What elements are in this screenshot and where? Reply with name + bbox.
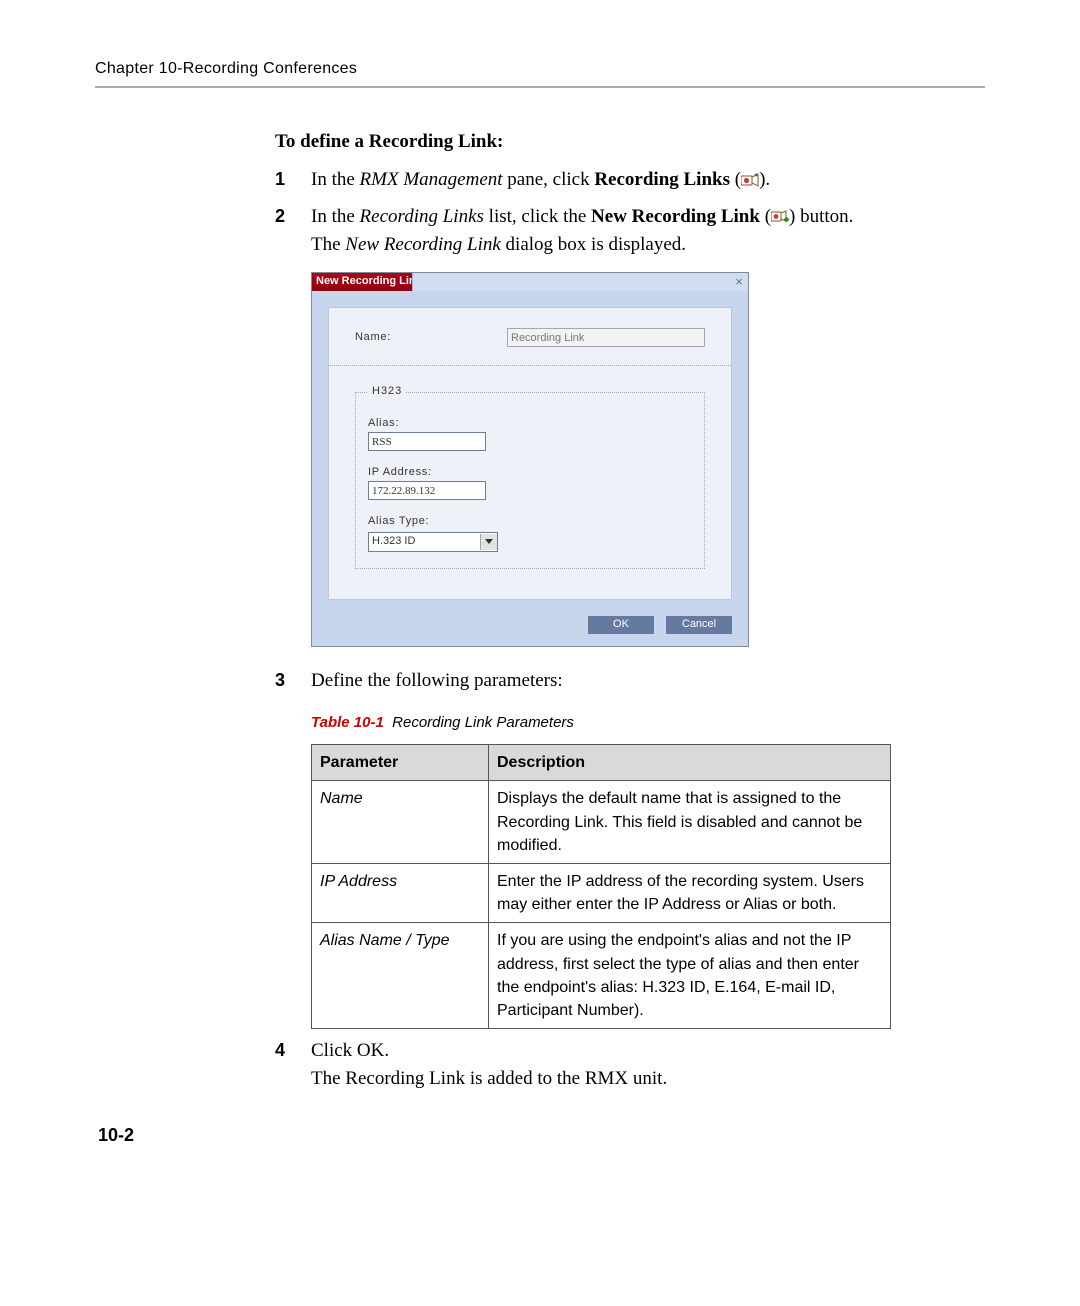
step-text: Recording Links (360, 206, 484, 227)
ip-address-input[interactable] (368, 481, 486, 500)
table-cell-param: Name (312, 781, 489, 864)
recording-links-icon (741, 173, 759, 187)
section-heading: To define a Recording Link: (275, 128, 985, 156)
step-text: New Recording Link (591, 206, 760, 227)
ok-button[interactable]: OK (588, 616, 654, 634)
table-cell-desc: If you are using the endpoint's alias an… (489, 923, 891, 1029)
alias-input[interactable] (368, 432, 486, 451)
step-text: RMX Management (360, 169, 503, 190)
step-text: The Recording Link is added to the RMX u… (311, 1068, 667, 1089)
step-text: ) button. (789, 206, 853, 227)
step-text: The (311, 234, 345, 255)
dialog-title: New Recording Link (316, 274, 422, 290)
new-recording-link-icon (771, 210, 789, 224)
step-text: ( (760, 206, 771, 227)
ip-label: IP Address: (368, 465, 692, 481)
step-number: 4 (275, 1037, 311, 1092)
table-header-parameter: Parameter (312, 745, 489, 781)
step-text: list, click the (484, 206, 591, 227)
step-text: dialog box is displayed. (501, 234, 686, 255)
parameters-table: Parameter Description Name Displays the … (311, 744, 891, 1029)
chevron-down-icon[interactable] (480, 534, 497, 550)
alias-label: Alias: (368, 416, 692, 432)
step-number: 1 (275, 166, 311, 194)
chapter-header: Chapter 10-Recording Conferences (95, 60, 985, 78)
step-text: ( (730, 169, 741, 190)
alias-type-label: Alias Type: (368, 514, 692, 530)
cancel-button[interactable]: Cancel (666, 616, 732, 634)
step-text: Define the following parameters: (311, 670, 563, 691)
step-number: 2 (275, 203, 311, 657)
group-legend: H323 (368, 384, 406, 400)
table-row: IP Address Enter the IP address of the r… (312, 863, 891, 922)
table-cell-param: Alias Name / Type (312, 923, 489, 1029)
name-field (507, 328, 705, 347)
h323-group: H323 Alias: IP Address: Alias Type: H.32… (355, 384, 705, 569)
close-icon[interactable]: × (732, 275, 746, 289)
table-row: Name Displays the default name that is a… (312, 781, 891, 864)
step-number: 3 (275, 667, 311, 1029)
table-cell-param: IP Address (312, 863, 489, 922)
step-text: pane, click (503, 169, 595, 190)
alias-type-select[interactable]: H.323 ID (368, 532, 498, 552)
table-row: Alias Name / Type If you are using the e… (312, 923, 891, 1029)
step-text: ). (759, 169, 770, 190)
step-text: In the (311, 169, 360, 190)
table-cell-desc: Enter the IP address of the recording sy… (489, 863, 891, 922)
table-caption: Table 10-1 Recording Link Parameters (311, 712, 985, 734)
header-rule (95, 86, 985, 88)
table-cell-desc: Displays the default name that is assign… (489, 781, 891, 864)
step-text: Click OK. (311, 1040, 389, 1061)
name-label: Name: (355, 330, 507, 346)
alias-type-value: H.323 ID (369, 534, 480, 550)
step-text: Recording Links (594, 169, 730, 190)
page-number: 10-2 (98, 1125, 134, 1146)
step-text: In the (311, 206, 360, 227)
table-header-description: Description (489, 745, 891, 781)
new-recording-link-dialog: New Recording Link × Name: H323 (311, 272, 749, 647)
step-text: New Recording Link (345, 234, 501, 255)
